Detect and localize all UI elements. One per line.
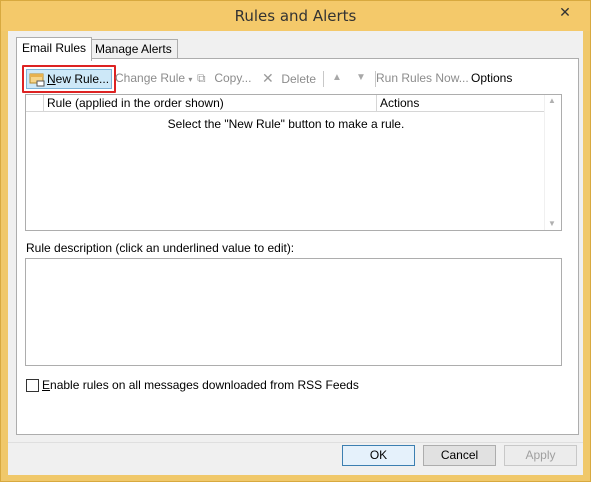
options-button[interactable]: Options xyxy=(471,67,512,91)
actions-column-header[interactable]: Actions xyxy=(377,95,545,112)
delete-label: Delete xyxy=(281,72,317,86)
title-bar[interactable]: Rules and Alerts ✕ xyxy=(1,1,590,31)
move-down-icon[interactable]: ▼ xyxy=(356,67,366,91)
tab-email-rules[interactable]: Email Rules xyxy=(16,37,93,61)
window-title: Rules and Alerts xyxy=(234,7,357,25)
delete-button[interactable]: ✕ Delete xyxy=(262,67,316,91)
rule-description-label: Rule description (click an underlined va… xyxy=(26,241,295,255)
options-label: Options xyxy=(471,71,513,85)
delete-icon: ✕ xyxy=(262,70,274,86)
rules-and-alerts-window: Rules and Alerts ✕ Email Rules Manage Al… xyxy=(0,0,591,482)
new-rule-button[interactable]: New Rule... xyxy=(26,69,112,89)
new-rule-label: New Rule... xyxy=(47,72,110,86)
rules-list[interactable]: Rule (applied in the order shown) Action… xyxy=(25,94,562,231)
copy-button[interactable]: ⧉ Copy... xyxy=(197,67,251,91)
footer-divider xyxy=(8,442,583,443)
checkbox-column-header xyxy=(26,95,44,112)
email-rules-panel: New Rule... Change Rule ▾ ⧉ Copy... ✕ De… xyxy=(16,58,579,435)
tab-manage-alerts[interactable]: Manage Alerts xyxy=(89,39,178,59)
run-rules-now-button[interactable]: Run Rules Now... xyxy=(376,67,469,91)
empty-list-message: Select the "New Rule" button to make a r… xyxy=(167,117,405,131)
run-rules-now-label: Run Rules Now... xyxy=(376,71,469,85)
close-icon[interactable]: ✕ xyxy=(548,2,582,22)
dialog-client-area: Email Rules Manage Alerts New Rule... Ch… xyxy=(8,31,583,475)
rules-list-scrollbar[interactable]: ▲ ▼ xyxy=(544,95,561,230)
rule-column-header[interactable]: Rule (applied in the order shown) xyxy=(44,95,377,112)
ok-button[interactable]: OK xyxy=(342,445,415,466)
chevron-down-icon: ▾ xyxy=(188,75,193,84)
copy-icon: ⧉ xyxy=(197,71,206,85)
move-up-icon[interactable]: ▲ xyxy=(332,67,342,91)
change-rule-button[interactable]: Change Rule ▾ xyxy=(115,67,192,91)
apply-button[interactable]: Apply xyxy=(504,445,577,466)
rss-rules-checkbox-label[interactable]: Enable rules on all messages downloaded … xyxy=(42,378,359,392)
rule-description-box[interactable] xyxy=(25,258,562,366)
new-rule-highlight: New Rule... xyxy=(22,65,116,93)
cancel-button[interactable]: Cancel xyxy=(423,445,496,466)
new-rule-icon xyxy=(29,73,45,87)
rss-rules-checkbox[interactable] xyxy=(26,379,39,392)
copy-label: Copy... xyxy=(214,71,252,85)
change-rule-label: Change Rule xyxy=(115,71,186,85)
scroll-down-icon[interactable]: ▼ xyxy=(548,219,556,228)
scroll-up-icon[interactable]: ▲ xyxy=(548,96,556,105)
toolbar-separator xyxy=(323,71,324,87)
